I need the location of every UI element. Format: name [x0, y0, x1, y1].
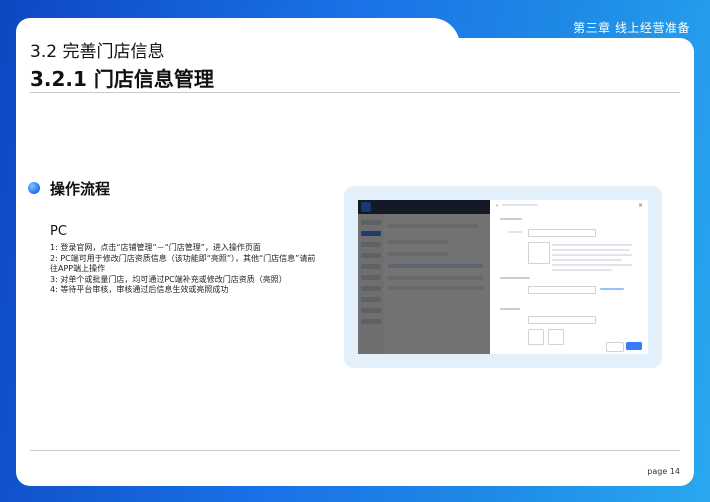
steps-list: 1: 登录官网，点击“店铺管理”－“门店管理”，进入操作页面 2: PC端可用于…: [50, 243, 320, 296]
bottom-divider: [30, 450, 680, 451]
process-title: 操作流程: [50, 180, 111, 198]
step-item: 3: 对单个或批量门店，均可通过PC端补充或修改门店资质（亮照）: [50, 274, 287, 284]
page-number: page 14: [647, 467, 680, 476]
close-icon[interactable]: ×: [638, 202, 643, 209]
screenshot-panel: ‹ ×: [344, 186, 662, 368]
step-item: 4: 等待平台审核，审核通过后信息生效或亮照成功: [50, 285, 229, 294]
subsection-heading: 3.2.1 门店信息管理: [30, 67, 214, 91]
confirm-button[interactable]: [626, 342, 642, 350]
top-divider: [30, 92, 680, 93]
modal-overlay: [358, 200, 490, 354]
platform-label: PC: [50, 224, 67, 239]
step-item: 2: PC端可用于修改门店资质信息（该功能即“亮照”），其他“门店信息”请前往A…: [50, 253, 316, 274]
edit-drawer: ‹ ×: [490, 200, 648, 354]
app-main-view: [358, 200, 490, 354]
upload-box[interactable]: [528, 242, 550, 264]
bullet-icon: [28, 182, 40, 194]
step-item: 1: 登录官网，点击“店铺管理”－“门店管理”，进入操作页面: [50, 243, 261, 252]
section-heading: 3.2 完善门店信息: [30, 42, 165, 62]
chapter-title: 第三章 线上经营准备: [573, 21, 690, 35]
drawer-title: ‹: [496, 203, 498, 209]
app-screenshot: ‹ ×: [358, 200, 648, 354]
cancel-button[interactable]: [606, 342, 624, 352]
